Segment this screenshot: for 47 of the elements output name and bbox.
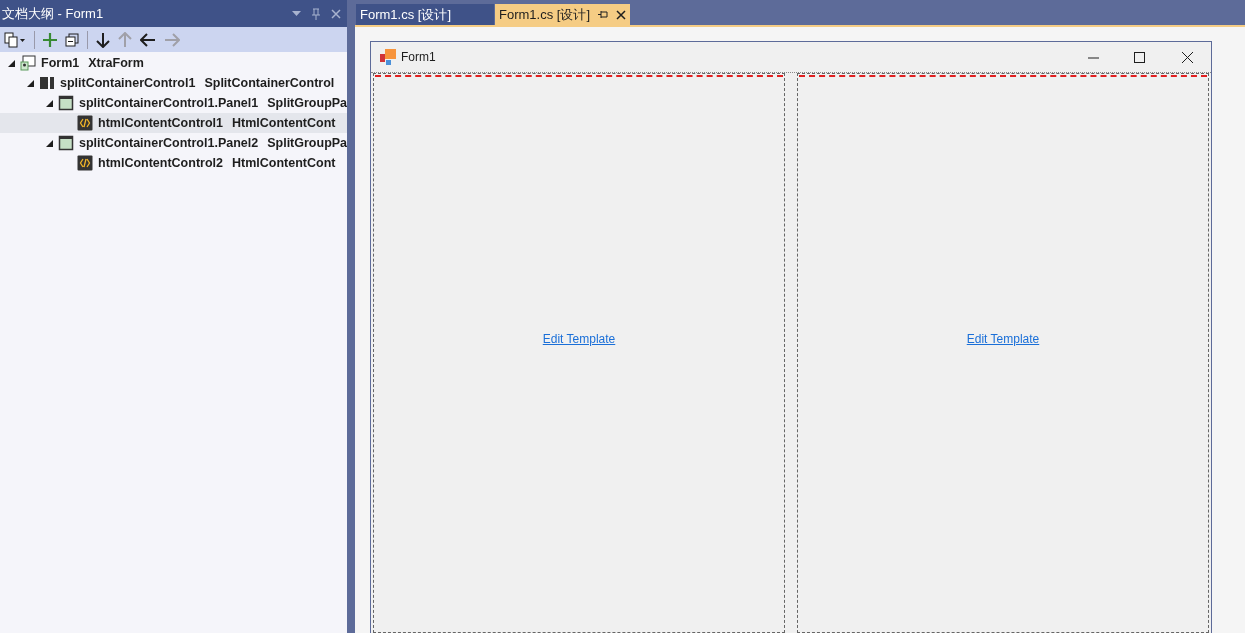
add-icon[interactable] <box>43 32 57 47</box>
item-name: htmlContentControl2 <box>98 154 223 172</box>
panel-icon <box>58 95 74 111</box>
item-name: splitContainerControl1.Panel1 <box>79 94 259 112</box>
item-name: htmlContentControl1 <box>98 114 223 132</box>
tree-item[interactable]: splitContainerControl1 SplitContainerControl <box>0 73 347 93</box>
document-tab[interactable]: Form1.cs [设计] <box>356 4 494 25</box>
item-type: XtraForm <box>88 54 144 72</box>
item-type: SplitGroupPa <box>267 94 348 112</box>
close-icon[interactable] <box>616 9 626 20</box>
code-icon <box>77 115 93 131</box>
tree-item[interactable]: Form1 XtraForm <box>0 53 347 73</box>
item-name: splitContainerControl1.Panel2 <box>79 134 259 152</box>
panel-icon <box>58 135 74 151</box>
tree-item[interactable]: splitContainerControl1.Panel1 SplitGroupPa <box>0 93 347 113</box>
item-name: Form1 <box>41 54 80 72</box>
close-icon[interactable] <box>1182 51 1193 63</box>
expanded-arrow-icon[interactable] <box>27 79 34 87</box>
item-type: SplitGroupPa <box>267 134 348 152</box>
code-icon <box>77 155 93 171</box>
collapse-icon[interactable] <box>65 32 79 47</box>
form-icon <box>20 55 36 71</box>
panel-title: 文档大纲 - Form1 <box>2 4 105 23</box>
dropdown-icon[interactable] <box>292 10 301 17</box>
pin-icon[interactable] <box>598 10 608 19</box>
edit-template-link[interactable]: Edit Template <box>966 330 1040 348</box>
expanded-arrow-icon[interactable] <box>46 99 53 107</box>
document-tab[interactable]: Form1.cs [设计] <box>495 4 630 25</box>
arrow-left-icon[interactable] <box>140 32 156 47</box>
copy-dropdown-icon[interactable] <box>4 31 26 48</box>
app-icon <box>380 49 396 65</box>
arrow-down-icon[interactable] <box>96 31 110 48</box>
tree-item[interactable]: splitContainerControl1.Panel2 SplitGroupPa <box>0 133 347 153</box>
tab-label: Form1.cs [设计] <box>499 5 590 24</box>
edit-template-link[interactable]: Edit Template <box>542 330 616 348</box>
tree-item[interactable]: htmlContentControl2 HtmlContentCont <box>0 153 347 173</box>
item-name: splitContainerControl1 <box>60 74 196 92</box>
tree-item[interactable]: htmlContentControl1 HtmlContentCont <box>0 113 347 133</box>
tab-label: Form1.cs [设计] <box>360 5 451 24</box>
form-title: Form1 <box>401 49 437 66</box>
expanded-arrow-icon[interactable] <box>46 139 53 147</box>
split-container-icon <box>39 75 55 91</box>
item-type: SplitContainerControl <box>204 74 335 92</box>
expanded-arrow-icon[interactable] <box>8 59 15 67</box>
item-type: HtmlContentCont <box>232 154 336 172</box>
maximize-icon[interactable] <box>1134 51 1145 63</box>
item-type: HtmlContentCont <box>232 114 336 132</box>
